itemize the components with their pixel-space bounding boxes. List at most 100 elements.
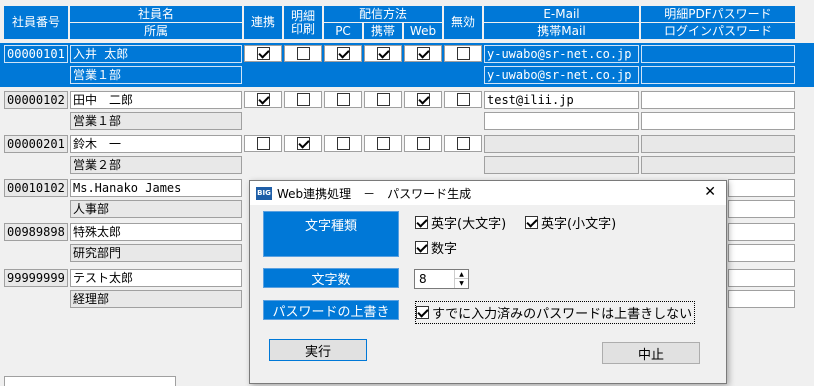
char-types-button[interactable]: 文字種類 xyxy=(263,211,399,257)
col-header-mobile: 携帯 xyxy=(364,23,402,39)
disabled-checkbox[interactable] xyxy=(456,93,470,106)
dept-cell[interactable]: 営業１部 xyxy=(70,66,242,84)
mobile-mail-cell[interactable]: y-uwabo@sr-net.co.jp xyxy=(484,66,639,84)
meisai-checkbox[interactable] xyxy=(296,137,310,150)
emp-name-cell[interactable]: 鈴木 一 xyxy=(70,135,242,153)
disabled-checkbox-cell[interactable] xyxy=(444,91,482,108)
opt-upper-checkbox[interactable] xyxy=(415,216,428,229)
mobile-checkbox-cell[interactable] xyxy=(364,91,402,108)
web-checkbox[interactable] xyxy=(416,137,430,150)
pdf-password-cell[interactable] xyxy=(728,269,795,287)
length-value[interactable]: 8 xyxy=(419,272,427,286)
overwrite-checkbox[interactable] xyxy=(416,306,429,319)
meisai-checkbox-cell[interactable] xyxy=(284,91,322,108)
meisai-checkbox-cell[interactable] xyxy=(284,135,322,152)
partial-field[interactable] xyxy=(4,376,176,386)
mobile-mail-cell[interactable] xyxy=(484,112,639,130)
dept-cell[interactable]: 営業１部 xyxy=(70,112,242,130)
pc-checkbox-cell[interactable] xyxy=(324,45,362,62)
opt-digit[interactable]: 数字 xyxy=(415,238,457,257)
disabled-checkbox[interactable] xyxy=(456,47,470,60)
dept-cell[interactable]: 経理部 xyxy=(70,290,242,308)
renkei-checkbox[interactable] xyxy=(256,137,270,150)
login-password-cell[interactable] xyxy=(728,290,795,308)
col-header-email-label: E-Mail xyxy=(543,6,580,21)
opt-lower[interactable]: 英字(小文字) xyxy=(525,213,616,232)
pc-checkbox-cell[interactable] xyxy=(324,91,362,108)
run-button[interactable]: 実行 xyxy=(269,339,367,361)
email-cell[interactable] xyxy=(484,135,639,153)
emp-no-cell[interactable]: 00000201 xyxy=(4,135,68,153)
pc-checkbox[interactable] xyxy=(336,93,350,106)
web-checkbox-cell[interactable] xyxy=(404,91,442,108)
pdf-password-cell[interactable] xyxy=(641,45,795,63)
mobile-checkbox-cell[interactable] xyxy=(364,45,402,62)
length-button[interactable]: 文字数 xyxy=(263,268,399,288)
mobile-checkbox-cell[interactable] xyxy=(364,135,402,152)
opt-digit-checkbox[interactable] xyxy=(415,241,428,254)
meisai-checkbox[interactable] xyxy=(296,93,310,106)
emp-name-cell[interactable]: 特殊太郎 xyxy=(70,223,242,241)
renkei-checkbox[interactable] xyxy=(256,47,270,60)
emp-no-cell[interactable]: 00000102 xyxy=(4,91,68,109)
login-password-cell[interactable] xyxy=(728,244,795,262)
login-password-cell[interactable] xyxy=(641,112,795,130)
col-header-emp-no-label: 社員番号 xyxy=(11,15,60,29)
stepper-up-icon[interactable]: ▲ xyxy=(455,270,468,279)
email-cell[interactable]: test@ilii.jp xyxy=(484,91,639,109)
dept-cell[interactable]: 営業２部 xyxy=(70,156,242,174)
renkei-checkbox[interactable] xyxy=(256,93,270,106)
emp-no-cell[interactable]: 00000101 xyxy=(4,45,68,63)
web-checkbox[interactable] xyxy=(416,93,430,106)
login-password-cell[interactable] xyxy=(641,156,795,174)
pdf-password-cell[interactable] xyxy=(728,223,795,241)
cancel-button[interactable]: 中止 xyxy=(602,342,700,364)
stepper-down-icon[interactable]: ▼ xyxy=(455,279,468,288)
renkei-checkbox-cell[interactable] xyxy=(244,45,282,62)
pc-checkbox-cell[interactable] xyxy=(324,135,362,152)
disabled-checkbox-cell[interactable] xyxy=(444,45,482,62)
disabled-checkbox-cell[interactable] xyxy=(444,135,482,152)
disabled-checkbox[interactable] xyxy=(456,137,470,150)
dept-cell[interactable]: 研究部門 xyxy=(70,244,242,262)
dept-cell[interactable]: 人事部 xyxy=(70,200,242,218)
opt-upper[interactable]: 英字(大文字) xyxy=(415,213,506,232)
opt-lower-checkbox[interactable] xyxy=(525,216,538,229)
emp-no-cell[interactable]: 00989898 xyxy=(4,223,68,241)
length-stepper[interactable]: 8 ▲ ▼ xyxy=(414,269,469,289)
web-checkbox-cell[interactable] xyxy=(404,45,442,62)
pdf-password-cell[interactable] xyxy=(641,91,795,109)
emp-name-cell[interactable]: 田中 二郎 xyxy=(70,91,242,109)
col-header-mobile-label: 携帯 xyxy=(370,23,395,38)
emp-name-cell[interactable]: テスト太郎 xyxy=(70,269,242,287)
pdf-password-cell[interactable] xyxy=(728,179,795,197)
meisai-checkbox[interactable] xyxy=(296,47,310,60)
emp-no-cell[interactable]: 99999999 xyxy=(4,269,68,287)
col-header-delivery-label: 配信方法 xyxy=(358,6,407,21)
close-icon[interactable]: ✕ xyxy=(704,184,716,200)
web-checkbox-cell[interactable] xyxy=(404,135,442,152)
renkei-checkbox-cell[interactable] xyxy=(244,135,282,152)
web-checkbox[interactable] xyxy=(416,47,430,60)
emp-name-cell[interactable]: Ms.Hanako James xyxy=(70,179,242,197)
pc-checkbox[interactable] xyxy=(336,47,350,60)
col-header-web: Web xyxy=(404,23,442,39)
emp-no-cell[interactable]: 00010102 xyxy=(4,179,68,197)
mobile-checkbox[interactable] xyxy=(376,137,390,150)
emp-name-cell[interactable]: 入井 太郎 xyxy=(70,45,242,63)
mobile-checkbox[interactable] xyxy=(376,47,390,60)
dialog-titlebar[interactable]: BIG Web連携処理 － パスワード生成 ✕ xyxy=(250,181,726,205)
mobile-checkbox[interactable] xyxy=(376,93,390,106)
overwrite-button[interactable]: パスワードの上書き xyxy=(263,300,399,320)
overwrite-option[interactable]: すでに入力済みのパスワードは上書きしない xyxy=(415,301,696,324)
meisai-checkbox-cell[interactable] xyxy=(284,45,322,62)
renkei-checkbox-cell[interactable] xyxy=(244,91,282,108)
stepper-buttons: ▲ ▼ xyxy=(454,270,468,288)
pc-checkbox[interactable] xyxy=(336,137,350,150)
email-cell[interactable]: y-uwabo@sr-net.co.jp xyxy=(484,45,639,63)
pdf-password-cell[interactable] xyxy=(641,135,795,153)
login-password-cell[interactable] xyxy=(728,200,795,218)
mobile-mail-cell[interactable] xyxy=(484,156,639,174)
login-password-cell[interactable] xyxy=(641,66,795,84)
col-header-mobile-mail: 携帯Mail xyxy=(484,23,639,39)
